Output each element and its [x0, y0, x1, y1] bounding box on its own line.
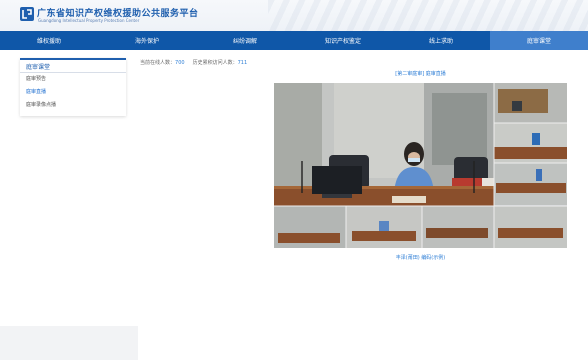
main-nav: 维权援助 海外保护 纠纷调解 知识产权鉴定 线上求助 庭审课堂: [0, 31, 588, 50]
live-video-player[interactable]: [274, 83, 567, 248]
site-subtitle: Guangdong Intellectual Property Protecti…: [38, 18, 140, 23]
sidebar-item-trial-preview[interactable]: 庭审预告: [20, 73, 126, 86]
sidebar: 庭审课堂 庭审预告 庭审直播 庭审录像点播: [20, 58, 126, 116]
nav-item-court-class[interactable]: 庭审课堂: [490, 31, 588, 50]
online-count-value: 700: [175, 60, 185, 66]
sidebar-item-trial-vod[interactable]: 庭审录像点播: [20, 99, 126, 112]
sidebar-title: 庭审课堂: [20, 58, 126, 73]
online-count-label: 当前在线人数：: [140, 60, 176, 66]
site-logo-icon: [20, 7, 34, 21]
nav-item-rights-aid[interactable]: 维权援助: [0, 31, 98, 50]
page: 广东省知识产权维权援助公共服务平台 Guangdong Intellectual…: [0, 0, 588, 360]
site-header: 广东省知识产权维权援助公共服务平台 Guangdong Intellectual…: [0, 0, 588, 31]
video-title: [第二审庭审] 庭审直播: [395, 71, 446, 77]
sidebar-item-trial-live[interactable]: 庭审直播: [20, 86, 126, 99]
visitor-stats: 当前在线人数：700 历史累积访问人数：711: [140, 59, 247, 66]
total-visits-value: 711: [237, 60, 248, 66]
total-visits-label: 历史累积访问人数：: [192, 60, 238, 66]
video-frame: [274, 83, 567, 248]
video-caption: 丰泽(莆田) 编码(示例): [395, 255, 446, 261]
nav-item-overseas-protection[interactable]: 海外保护: [98, 31, 196, 50]
footer-area: [0, 326, 138, 360]
nav-item-ip-appraisal[interactable]: 知识产权鉴定: [294, 31, 392, 50]
nav-item-online-help[interactable]: 线上求助: [392, 31, 490, 50]
nav-item-dispute-mediation[interactable]: 纠纷调解: [196, 31, 294, 50]
